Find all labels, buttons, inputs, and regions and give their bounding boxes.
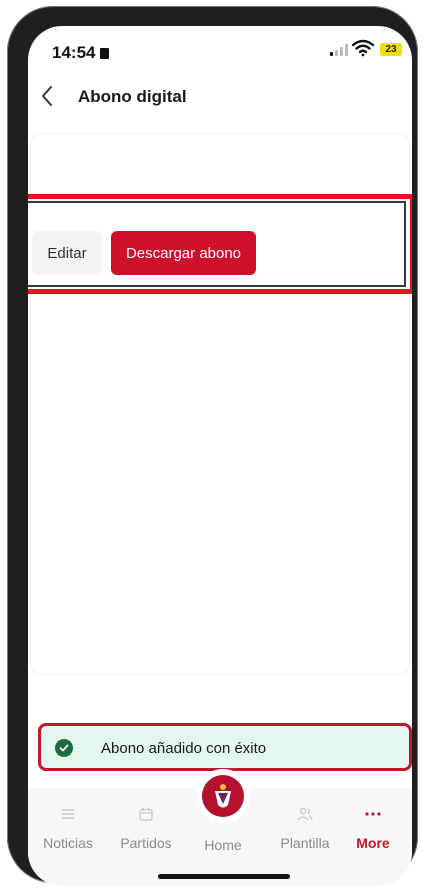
back-arrow-icon[interactable] xyxy=(38,84,58,108)
success-toast: Abono añadido con éxito xyxy=(38,723,412,771)
nav-item-home[interactable] xyxy=(196,769,250,823)
nav-label-partidos: Partidos xyxy=(120,835,172,851)
download-button[interactable]: Descargar abono xyxy=(111,231,256,275)
people-icon xyxy=(267,803,343,825)
time-text: 14:54 xyxy=(52,43,96,62)
signal-icon xyxy=(330,44,348,56)
bottom-nav: Noticias Partidos Home Plantilla More xyxy=(28,769,412,886)
nav-item-noticias[interactable]: Noticias xyxy=(30,803,106,851)
battery-indicator: 23 xyxy=(380,43,402,56)
list-icon xyxy=(30,803,106,825)
nav-label-plantilla: Plantilla xyxy=(280,835,330,851)
check-circle-icon xyxy=(55,739,73,757)
nav-item-more[interactable]: More xyxy=(335,803,411,851)
home-indicator[interactable] xyxy=(158,874,290,879)
nav-item-partidos[interactable]: Partidos xyxy=(108,803,184,851)
status-bar: 14:54 23 xyxy=(28,26,412,70)
toast-message: Abono añadido con éxito xyxy=(101,740,267,757)
app-screen: 14:54 23 Abono digital Editar Descargar … xyxy=(28,26,412,886)
status-time: 14:54 xyxy=(52,43,110,63)
nav-label-noticias: Noticias xyxy=(43,835,93,851)
club-crest-icon xyxy=(202,775,244,817)
more-dots-icon xyxy=(335,803,411,825)
action-bar: Editar Descargar abono xyxy=(28,201,406,287)
edit-button[interactable]: Editar xyxy=(32,231,102,275)
calendar-icon xyxy=(108,803,184,825)
phone-frame: 14:54 23 Abono digital Editar Descargar … xyxy=(7,6,418,886)
notification-icon xyxy=(100,48,110,59)
nav-label-more: More xyxy=(356,835,390,851)
wifi-icon xyxy=(352,39,374,57)
page-title: Abono digital xyxy=(78,87,187,106)
nav-item-plantilla[interactable]: Plantilla xyxy=(267,803,343,851)
nav-label-home: Home xyxy=(204,837,242,853)
